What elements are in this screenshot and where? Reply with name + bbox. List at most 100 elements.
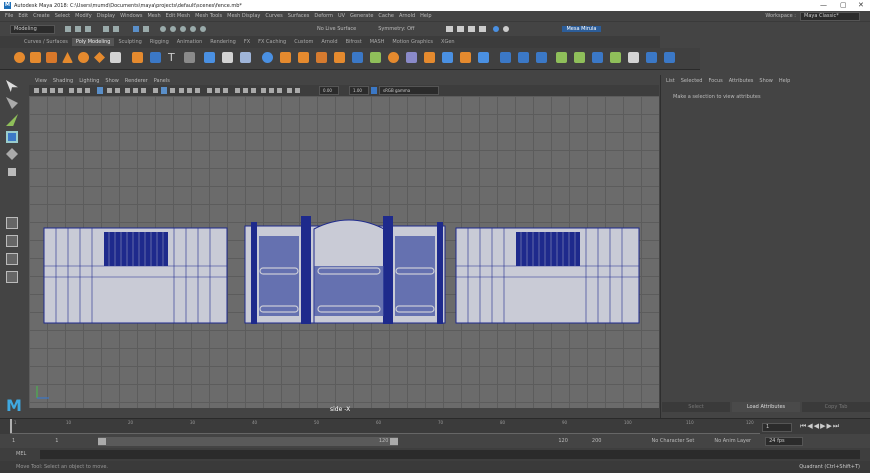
menu-cache[interactable]: Cache bbox=[378, 13, 394, 19]
fence-model[interactable] bbox=[29, 96, 659, 408]
anim-start-field[interactable]: 1 bbox=[12, 438, 15, 444]
tab-xgen[interactable]: XGen bbox=[437, 38, 459, 46]
separate-icon[interactable] bbox=[222, 52, 233, 63]
exposure-field[interactable]: 0.00 bbox=[319, 86, 339, 95]
time-slider[interactable]: 1 10 20 30 40 50 60 70 80 90 100 110 120… bbox=[0, 418, 870, 434]
color-management-icon[interactable] bbox=[371, 87, 377, 94]
fill-hole-icon[interactable] bbox=[352, 52, 363, 63]
append-icon[interactable] bbox=[334, 52, 345, 63]
copy-tab-button[interactable]: Copy Tab bbox=[802, 402, 870, 412]
tab-sculpting[interactable]: Sculpting bbox=[114, 38, 145, 46]
rotate-tool-icon[interactable] bbox=[6, 148, 18, 160]
menu-windows[interactable]: Windows bbox=[120, 13, 142, 19]
tab-mash[interactable]: MASH bbox=[366, 38, 389, 46]
range-slider-end-handle[interactable] bbox=[390, 437, 399, 445]
cube-icon[interactable] bbox=[30, 52, 41, 63]
transfer-icon[interactable] bbox=[646, 52, 657, 63]
menu-file[interactable]: File bbox=[5, 13, 13, 19]
menu-mesh-tools[interactable]: Mesh Tools bbox=[195, 13, 222, 19]
menu-deform[interactable]: Deform bbox=[314, 13, 333, 19]
current-frame-field[interactable]: 1 bbox=[762, 423, 792, 432]
symmetry-label[interactable]: Symmetry: Off bbox=[378, 26, 414, 32]
lasso-tool-icon[interactable] bbox=[6, 97, 18, 109]
bevel-icon[interactable] bbox=[316, 52, 327, 63]
viewport-menu-shading[interactable]: Shading bbox=[53, 78, 73, 84]
menu-set-dropdown[interactable]: Modeling bbox=[10, 24, 55, 34]
bridge-icon[interactable] bbox=[298, 52, 309, 63]
tab-rigging[interactable]: Rigging bbox=[146, 38, 173, 46]
outliner-view-icon[interactable] bbox=[6, 271, 18, 283]
svg-icon[interactable] bbox=[184, 52, 195, 63]
tab-fx-caching[interactable]: FX Caching bbox=[254, 38, 290, 46]
automatic-uv-icon[interactable] bbox=[556, 52, 567, 63]
viewport-menu-renderer[interactable]: Renderer bbox=[125, 78, 148, 84]
layout-uv-icon[interactable] bbox=[628, 52, 639, 63]
viewport-menu-view[interactable]: View bbox=[35, 78, 47, 84]
extrude-icon[interactable] bbox=[280, 52, 291, 63]
pipe-icon[interactable] bbox=[132, 52, 143, 63]
cylindrical-uv-icon[interactable] bbox=[536, 52, 547, 63]
merge-icon[interactable] bbox=[406, 52, 417, 63]
plane-icon[interactable] bbox=[94, 52, 105, 63]
select-tool-icon[interactable] bbox=[6, 80, 18, 92]
menu-generate[interactable]: Generate bbox=[350, 13, 373, 19]
mirror-icon[interactable] bbox=[388, 52, 399, 63]
tab-animation[interactable]: Animation bbox=[173, 38, 207, 46]
close-button[interactable]: ✕ bbox=[858, 1, 864, 9]
cut-icon[interactable] bbox=[424, 52, 435, 63]
uv-editor-icon[interactable] bbox=[500, 52, 511, 63]
colorspace-dropdown[interactable]: sRGB gamma bbox=[379, 86, 439, 95]
menu-modify[interactable]: Modify bbox=[75, 13, 92, 19]
two-view-icon[interactable] bbox=[6, 253, 18, 265]
attr-menu-show[interactable]: Show bbox=[759, 78, 773, 84]
paint-select-icon[interactable] bbox=[6, 114, 18, 126]
attr-menu-selected[interactable]: Selected bbox=[681, 78, 703, 84]
menu-uv[interactable]: UV bbox=[338, 13, 345, 19]
triangulate-icon[interactable] bbox=[370, 52, 381, 63]
menu-mesh-display[interactable]: Mesh Display bbox=[227, 13, 260, 19]
status-tool-icons[interactable] bbox=[63, 24, 313, 34]
attr-menu-attributes[interactable]: Attributes bbox=[729, 78, 754, 84]
sphere-icon[interactable] bbox=[14, 52, 25, 63]
live-surface-label[interactable]: No Live Surface bbox=[317, 26, 356, 32]
planar-uv-icon[interactable] bbox=[518, 52, 529, 63]
menu-mesh[interactable]: Mesh bbox=[147, 13, 160, 19]
playback-start-field[interactable]: 1 bbox=[55, 438, 58, 444]
tab-custom[interactable]: Custom bbox=[290, 38, 317, 46]
time-ruler[interactable]: 1 10 20 30 40 50 60 70 80 90 100 110 120 bbox=[10, 419, 760, 434]
tab-arnold[interactable]: Arnold bbox=[317, 38, 341, 46]
mel-label[interactable]: MEL bbox=[16, 451, 26, 457]
range-slider[interactable]: 120 bbox=[98, 436, 399, 446]
command-input[interactable] bbox=[40, 450, 860, 459]
menu-display[interactable]: Display bbox=[97, 13, 115, 19]
viewport-panel[interactable] bbox=[29, 96, 659, 408]
anim-end-field[interactable]: 200 bbox=[592, 438, 602, 444]
insert-loop-icon[interactable] bbox=[460, 52, 471, 63]
attr-menu-help[interactable]: Help bbox=[779, 78, 790, 84]
workspace-dropdown[interactable]: Maya Classic* bbox=[800, 11, 860, 21]
viewport-menu-panels[interactable]: Panels bbox=[154, 78, 170, 84]
menu-surfaces[interactable]: Surfaces bbox=[288, 13, 310, 19]
last-tool-icon[interactable] bbox=[8, 168, 16, 176]
maximize-button[interactable]: ▢ bbox=[840, 1, 847, 9]
smooth-icon[interactable] bbox=[240, 52, 251, 63]
viewport-menu-lighting[interactable]: Lighting bbox=[79, 78, 99, 84]
current-time-marker[interactable] bbox=[10, 419, 12, 433]
move-tool-icon[interactable] bbox=[6, 131, 18, 143]
tab-motion-graphics[interactable]: Motion Graphics bbox=[388, 38, 437, 46]
cone-icon[interactable] bbox=[62, 52, 73, 63]
character-set-dropdown[interactable]: No Character Set bbox=[651, 438, 694, 444]
fps-dropdown[interactable]: 24 fps bbox=[765, 436, 804, 446]
menu-create[interactable]: Create bbox=[33, 13, 50, 19]
platonic-icon[interactable] bbox=[110, 52, 121, 63]
target-weld-icon[interactable] bbox=[442, 52, 453, 63]
anim-layer-dropdown[interactable]: No Anim Layer bbox=[714, 438, 751, 444]
menu-edit-mesh[interactable]: Edit Mesh bbox=[166, 13, 190, 19]
menu-curves[interactable]: Curves bbox=[265, 13, 282, 19]
gamma-field[interactable]: 1.00 bbox=[349, 86, 369, 95]
render-icons[interactable] bbox=[444, 24, 554, 34]
playback-end-field[interactable]: 120 bbox=[558, 438, 568, 444]
tab-curves-surfaces[interactable]: Curves / Surfaces bbox=[20, 38, 72, 46]
super-shape-icon[interactable] bbox=[150, 52, 161, 63]
playback-controls[interactable]: ⏮◀◀▶▶⏭ bbox=[800, 422, 840, 431]
